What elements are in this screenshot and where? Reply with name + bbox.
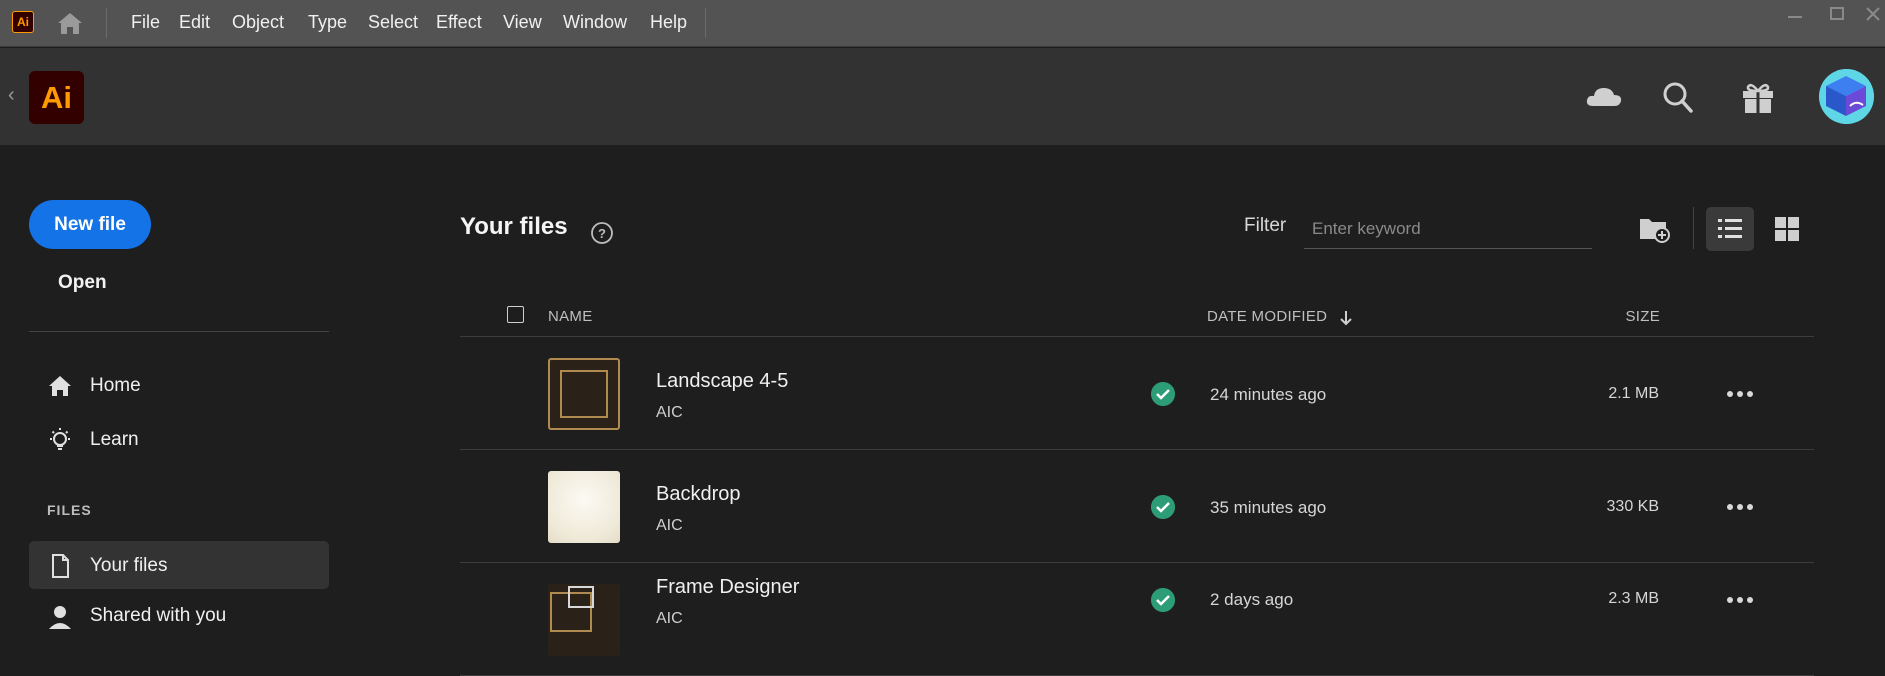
file-thumbnail xyxy=(548,584,620,656)
menu-separator xyxy=(106,8,107,38)
avatar[interactable] xyxy=(1819,69,1874,124)
home-icon[interactable] xyxy=(55,10,85,36)
main-content: Your files ? Filter NAME DATE MODIFIED S… xyxy=(460,145,1885,676)
synced-check-icon xyxy=(1151,495,1175,519)
thumbnail-frame xyxy=(568,586,594,608)
column-size[interactable]: SIZE xyxy=(1625,308,1660,325)
column-name[interactable]: NAME xyxy=(548,308,593,325)
file-name[interactable]: Landscape 4-5 xyxy=(656,370,788,393)
file-size: 2.1 MB xyxy=(1608,385,1659,402)
user-icon xyxy=(49,606,71,629)
files-section-heading: FILES xyxy=(47,502,92,518)
thumbnail-frame xyxy=(560,370,608,418)
more-options-icon[interactable] xyxy=(1725,495,1755,519)
page-title: Your files xyxy=(460,213,568,240)
more-options-icon[interactable] xyxy=(1725,382,1755,406)
file-date-modified: 24 minutes ago xyxy=(1210,385,1327,404)
sidebar-item-your-files[interactable]: Your files xyxy=(29,541,329,589)
menu-view[interactable]: View xyxy=(503,12,542,33)
illustrator-app-icon: Ai xyxy=(12,11,34,33)
arrow-down-icon[interactable] xyxy=(1339,309,1353,327)
file-size: 2.3 MB xyxy=(1608,590,1659,607)
file-date-modified: 2 days ago xyxy=(1210,590,1294,609)
home-icon xyxy=(49,376,71,396)
lightbulb-icon xyxy=(50,428,70,450)
file-thumbnail xyxy=(548,471,620,543)
new-file-button[interactable]: New file xyxy=(29,200,151,249)
synced-check-icon xyxy=(1151,588,1175,612)
sidebar-item-label: Your files xyxy=(90,555,168,576)
table-row[interactable]: Landscape 4-5 AIC 24 minutes ago 2.1 MB xyxy=(460,338,1814,450)
new-folder-icon[interactable] xyxy=(1638,213,1670,243)
file-name[interactable]: Backdrop xyxy=(656,483,741,506)
open-button[interactable]: Open xyxy=(58,272,107,294)
file-type: AIC xyxy=(656,517,683,534)
menu-object[interactable]: Object xyxy=(232,12,284,33)
file-date-modified: 35 minutes ago xyxy=(1210,498,1327,517)
chevron-left-icon[interactable]: ‹ xyxy=(8,84,15,107)
list-view-button[interactable] xyxy=(1706,207,1754,251)
maximize-icon[interactable] xyxy=(1824,4,1850,24)
sidebar-divider xyxy=(29,331,329,332)
sidebar-item-label: Home xyxy=(90,375,141,396)
file-type: AIC xyxy=(656,610,683,627)
illustrator-logo: Ai xyxy=(29,71,84,124)
avatar-cube-icon xyxy=(1819,69,1874,124)
menu-separator xyxy=(705,8,706,38)
gift-icon[interactable] xyxy=(1737,78,1779,116)
help-icon[interactable]: ? xyxy=(590,221,614,245)
cloud-icon[interactable] xyxy=(1583,78,1625,116)
table-row[interactable]: Backdrop AIC 35 minutes ago 330 KB xyxy=(460,451,1814,563)
table-row[interactable]: Frame Designer AIC 2 days ago 2.3 MB xyxy=(460,564,1814,676)
svg-text:?: ? xyxy=(598,226,606,241)
sidebar-item-home[interactable]: Home xyxy=(29,361,329,409)
document-icon xyxy=(52,554,69,578)
filter-label: Filter xyxy=(1244,215,1287,236)
list-view-icon xyxy=(1718,219,1742,238)
synced-check-icon xyxy=(1151,382,1175,406)
menu-select[interactable]: Select xyxy=(368,12,418,33)
sidebar-item-label: Shared with you xyxy=(90,605,227,626)
toolbar-divider xyxy=(1693,207,1694,249)
menu-edit[interactable]: Edit xyxy=(179,12,210,33)
sidebar: New file Open Home Learn FILES Your file… xyxy=(0,145,360,629)
search-icon[interactable] xyxy=(1657,78,1699,116)
select-all-checkbox[interactable] xyxy=(507,306,524,323)
file-name[interactable]: Frame Designer xyxy=(656,576,799,599)
app-header: ‹ Ai xyxy=(0,48,1885,145)
column-date-modified[interactable]: DATE MODIFIED xyxy=(1207,308,1327,325)
file-size: 330 KB xyxy=(1606,498,1659,515)
menu-bar: Ai File Edit Object Type Select Effect V… xyxy=(0,0,1885,47)
table-header: NAME DATE MODIFIED SIZE xyxy=(460,300,1814,337)
file-type: AIC xyxy=(656,404,683,421)
minimize-icon[interactable] xyxy=(1782,4,1808,24)
file-thumbnail xyxy=(548,358,620,430)
sidebar-item-label: Learn xyxy=(90,429,139,450)
menu-help[interactable]: Help xyxy=(650,12,687,33)
filter-input[interactable] xyxy=(1304,209,1592,249)
more-options-icon[interactable] xyxy=(1725,588,1755,612)
close-icon[interactable] xyxy=(1860,4,1885,24)
menu-window[interactable]: Window xyxy=(563,12,627,33)
sidebar-item-learn[interactable]: Learn xyxy=(29,415,329,463)
sidebar-item-shared-with-you[interactable]: Shared with you xyxy=(29,591,329,639)
menu-type[interactable]: Type xyxy=(308,12,347,33)
grid-view-icon[interactable] xyxy=(1773,215,1801,243)
menu-effect[interactable]: Effect xyxy=(436,12,482,33)
menu-file[interactable]: File xyxy=(131,12,160,33)
